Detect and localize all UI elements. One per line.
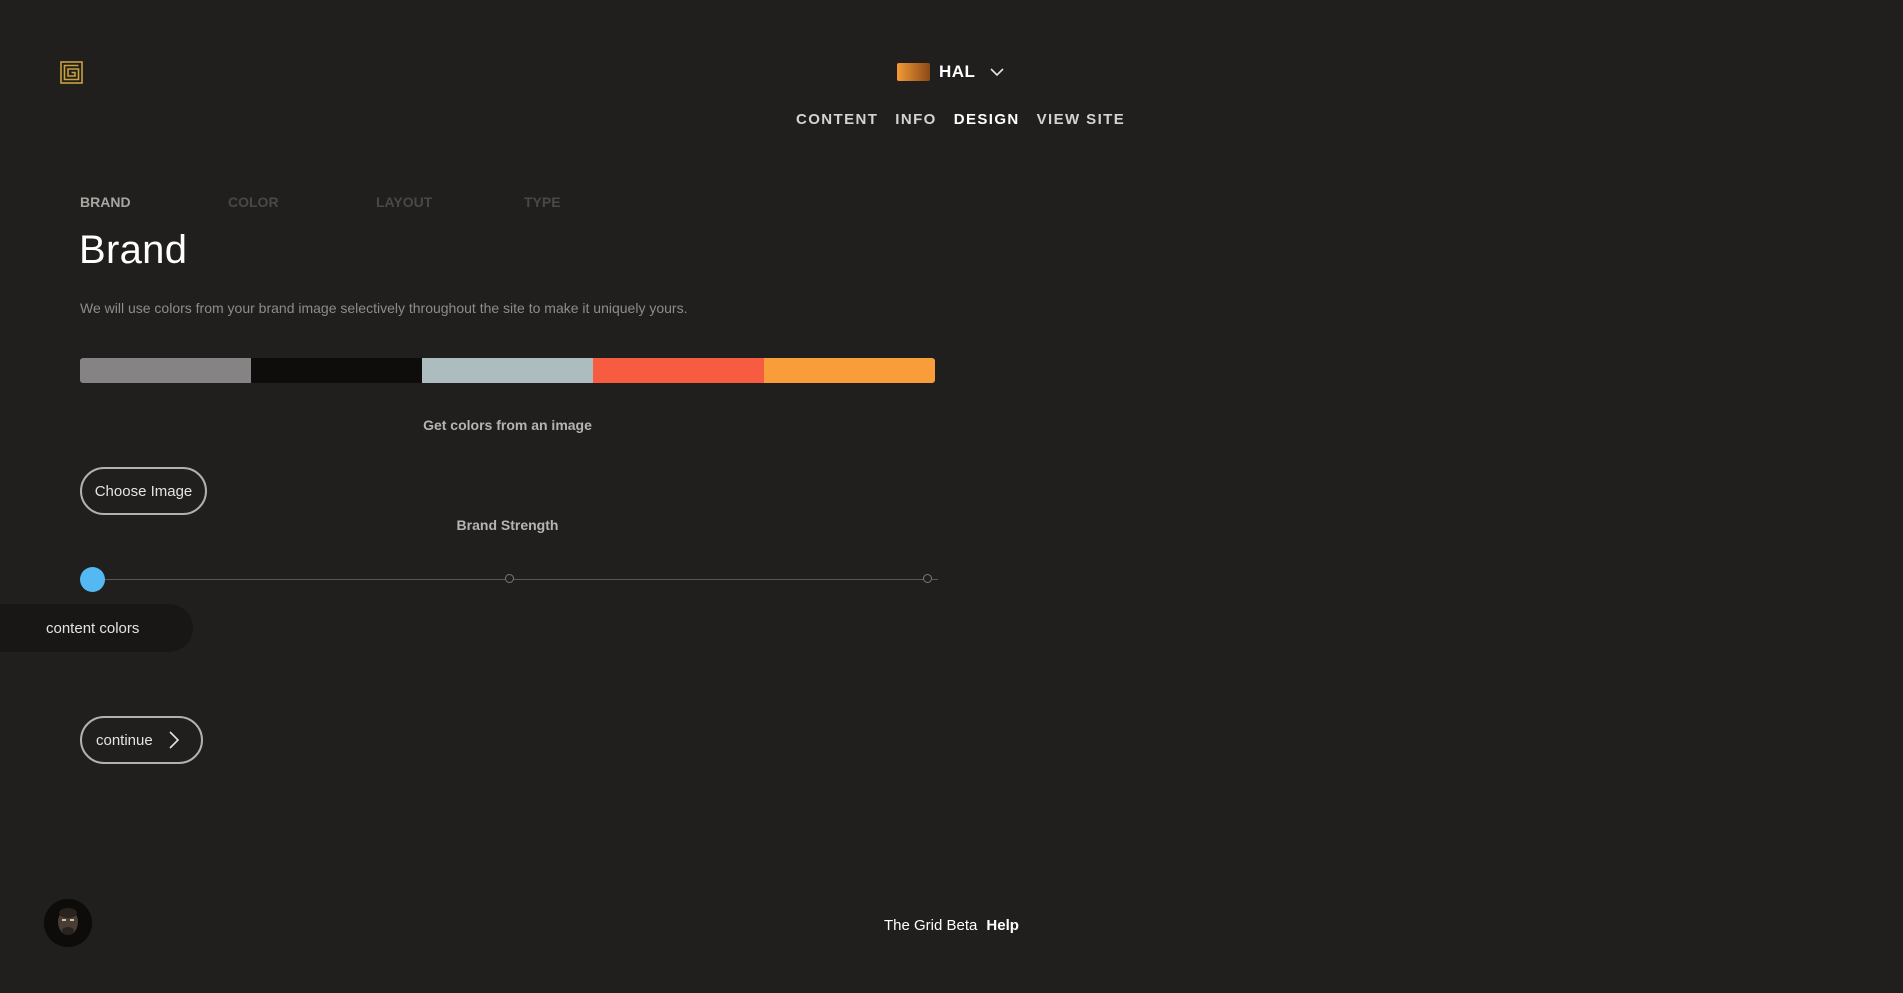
slider-knob[interactable]	[80, 567, 105, 592]
palette-swatch[interactable]	[251, 358, 422, 383]
footer-brand: The Grid Beta	[884, 917, 978, 934]
palette-swatch[interactable]	[80, 358, 251, 383]
site-thumbnail	[897, 63, 930, 81]
site-switcher[interactable]: HAL	[897, 62, 1005, 82]
user-avatar[interactable]	[44, 899, 92, 947]
tooltip-text: content colors	[46, 619, 140, 637]
strength-tooltip: content colors	[0, 604, 193, 652]
main-nav: CONTENT INFO DESIGN VIEW SITE	[796, 111, 1125, 128]
nav-info[interactable]: INFO	[895, 111, 936, 128]
tab-brand[interactable]: BRAND	[80, 194, 131, 210]
slider-stop[interactable]	[923, 574, 932, 583]
nav-design[interactable]: DESIGN	[954, 111, 1020, 128]
tab-type[interactable]: TYPE	[524, 194, 561, 210]
nav-view-site[interactable]: VIEW SITE	[1037, 111, 1125, 128]
continue-label: continue	[96, 731, 153, 749]
brand-strength-label: Brand Strength	[456, 517, 559, 533]
nav-content[interactable]: CONTENT	[796, 111, 878, 128]
user-avatar-icon	[44, 899, 92, 947]
chevron-down-icon[interactable]	[990, 67, 1005, 77]
tab-layout[interactable]: LAYOUT	[376, 194, 432, 210]
continue-button[interactable]: continue	[80, 716, 203, 764]
brand-palette	[80, 358, 935, 383]
palette-swatch[interactable]	[422, 358, 593, 383]
footer: The Grid Beta Help	[884, 917, 1019, 934]
design-brand-page: HAL CONTENT INFO DESIGN VIEW SITE BRAND …	[0, 0, 1903, 993]
get-colors-label: Get colors from an image	[423, 417, 592, 433]
brand-strength-slider[interactable]	[80, 565, 938, 595]
page-title: Brand	[79, 228, 188, 272]
palette-swatch[interactable]	[764, 358, 935, 383]
chevron-right-icon	[169, 731, 179, 749]
grid-logo-icon[interactable]	[60, 61, 83, 84]
slider-stop[interactable]	[505, 574, 514, 583]
palette-swatch[interactable]	[593, 358, 764, 383]
tab-color[interactable]: COLOR	[228, 194, 279, 210]
help-link[interactable]: Help	[986, 917, 1019, 934]
site-name: HAL	[939, 62, 976, 81]
slider-track	[92, 579, 938, 580]
page-description: We will use colors from your brand image…	[80, 300, 688, 316]
choose-image-button[interactable]: Choose Image	[80, 467, 207, 515]
